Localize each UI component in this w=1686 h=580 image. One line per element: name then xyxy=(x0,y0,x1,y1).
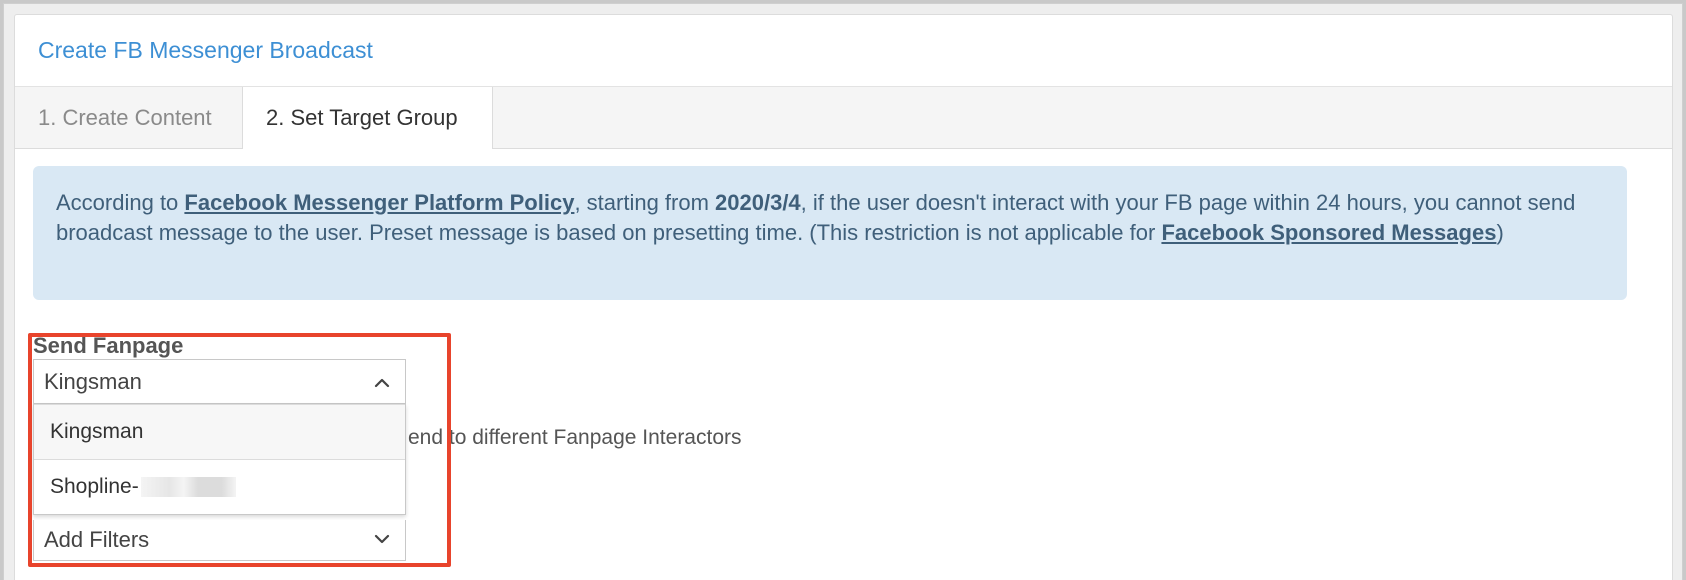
panel-header: Create FB Messenger Broadcast xyxy=(15,15,1672,87)
fanpage-option-kingsman[interactable]: Kingsman xyxy=(34,404,405,459)
send-fanpage-label: Send Fanpage xyxy=(33,333,184,358)
notice-text: ) xyxy=(1496,220,1504,245)
add-filters-label: Add Filters xyxy=(44,527,150,552)
tab-set-target-group[interactable]: 2. Set Target Group xyxy=(243,87,493,149)
chevron-up-icon xyxy=(374,378,390,388)
add-filters-select[interactable]: Add Filters xyxy=(33,520,406,561)
chevron-down-icon xyxy=(374,534,390,544)
fanpage-dropdown: Kingsman Shopline- xyxy=(33,404,406,515)
policy-notice: According to Facebook Messenger Platform… xyxy=(33,166,1627,300)
fanpage-hint: end to different Fanpage Interactors xyxy=(408,426,742,449)
wizard-tabs: 1. Create Content 2. Set Target Group xyxy=(15,87,1672,149)
notice-text: According to xyxy=(56,190,185,215)
fanpage-option-shopline[interactable]: Shopline- xyxy=(34,459,405,514)
tab-create-content[interactable]: 1. Create Content xyxy=(15,87,243,148)
page-title: Create FB Messenger Broadcast xyxy=(38,37,373,63)
messenger-policy-link[interactable]: Facebook Messenger Platform Policy xyxy=(184,190,574,215)
notice-text: , starting from xyxy=(574,190,716,215)
fanpage-selected-value: Kingsman xyxy=(44,368,142,394)
fanpage-select[interactable]: Kingsman xyxy=(33,359,406,404)
policy-date: 2020/3/4 xyxy=(715,190,801,215)
sponsored-messages-link[interactable]: Facebook Sponsored Messages xyxy=(1161,220,1496,245)
redacted-name xyxy=(140,477,236,497)
